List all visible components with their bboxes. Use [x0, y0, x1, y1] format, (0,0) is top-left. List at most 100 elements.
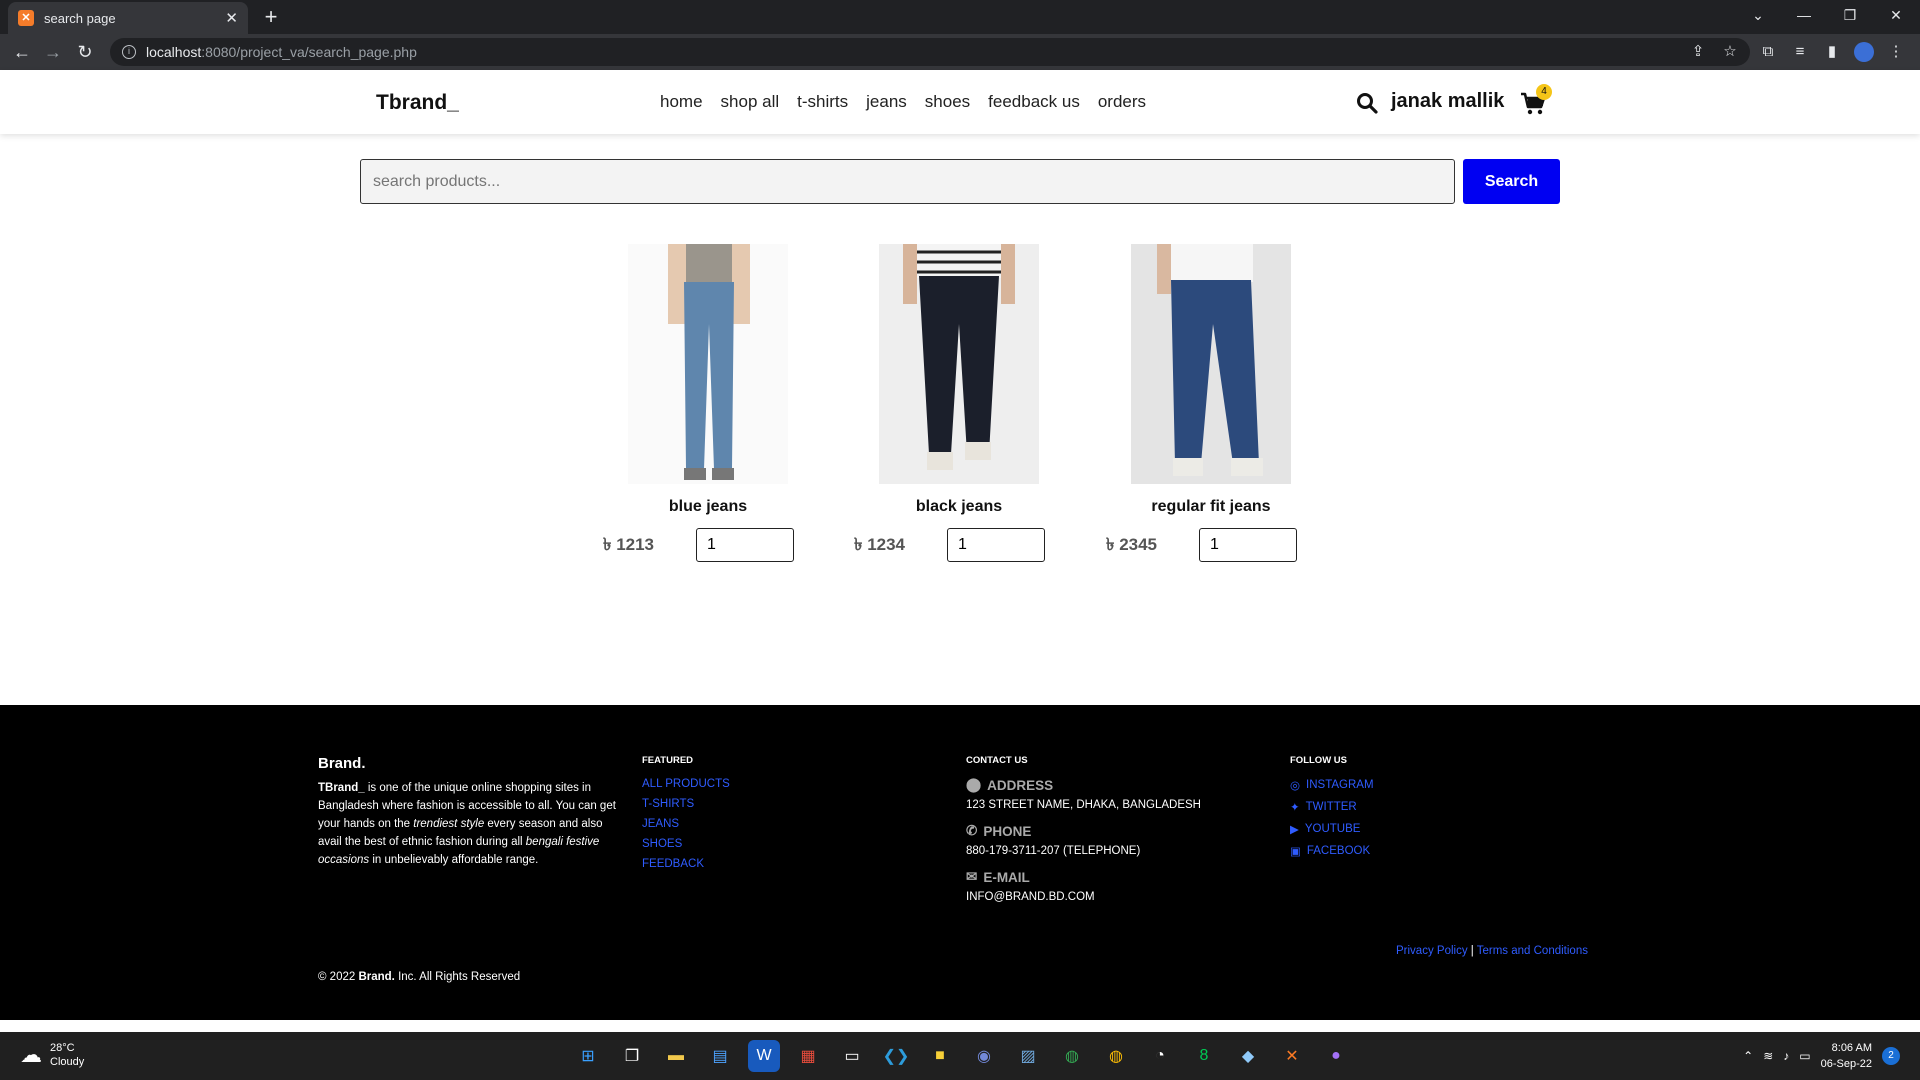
facebook-link[interactable]: ▣ FACEBOOK: [1290, 844, 1374, 858]
system-tray: ⌃ ≋ ♪ ▭ 8:06 AM 06-Sep-22 2: [1743, 1040, 1900, 1072]
search-button[interactable]: Search: [1463, 159, 1560, 204]
chevron-up-icon[interactable]: ⌃: [1743, 1049, 1753, 1063]
windows-start-icon[interactable]: ⊞: [572, 1040, 604, 1072]
clock-app-icon[interactable]: ◔: [1144, 1040, 1176, 1072]
user-name[interactable]: janak mallik: [1391, 90, 1504, 113]
battery-icon[interactable]: ▭: [1799, 1049, 1810, 1063]
youtube-link[interactable]: ▶ YOUTUBE: [1290, 822, 1374, 836]
footer-link-all-products[interactable]: ALL PRODUCTS: [642, 778, 730, 790]
copyright-pre: © 2022: [318, 971, 359, 983]
profile-avatar[interactable]: [1854, 42, 1874, 62]
nav-shoes[interactable]: shoes: [925, 92, 970, 112]
task-view-icon[interactable]: ❐: [616, 1040, 648, 1072]
remote-desktop-icon[interactable]: ▭: [836, 1040, 868, 1072]
github-desktop-icon[interactable]: ●: [1320, 1040, 1352, 1072]
notepad-icon[interactable]: ▤: [704, 1040, 736, 1072]
nav-jeans[interactable]: jeans: [866, 92, 907, 112]
twitter-link[interactable]: ✦ TWITTER: [1290, 800, 1374, 814]
email-label: E-MAIL: [983, 869, 1030, 885]
envelope-icon: ✉: [966, 869, 978, 884]
product-image[interactable]: [628, 244, 788, 484]
product-name[interactable]: regular fit jeans: [1096, 498, 1326, 516]
window-close-icon[interactable]: ✕: [1873, 0, 1919, 30]
browser-tabstrip: ✕ search page ✕ + ⌄ — ❐ ✕: [0, 0, 1920, 34]
reload-icon[interactable]: ↻: [73, 40, 97, 64]
share-icon[interactable]: ⇪: [1688, 42, 1708, 62]
store-icon[interactable]: ▦: [792, 1040, 824, 1072]
photos-icon[interactable]: ▨: [1012, 1040, 1044, 1072]
wifi-icon[interactable]: ≋: [1763, 1049, 1773, 1063]
quantity-input[interactable]: [947, 528, 1045, 562]
chrome-profile-icon[interactable]: ◍: [1100, 1040, 1132, 1072]
restore-icon[interactable]: ❐: [1827, 0, 1873, 30]
taskbar-apps: ⊞ ❐ ▬ ▤ W ▦ ▭ ❮❯ ■ ◉ ▨ ◍ ◍ ◔ 8 ◆ ✕ ●: [572, 1040, 1352, 1072]
phone-label: PHONE: [983, 823, 1032, 839]
calculator-icon[interactable]: 8: [1188, 1040, 1220, 1072]
nav-orders[interactable]: orders: [1098, 92, 1146, 112]
footer-link-feedback[interactable]: FEEDBACK: [642, 858, 730, 870]
xampp-icon[interactable]: ✕: [1276, 1040, 1308, 1072]
menu-kebab-icon[interactable]: ⋮: [1886, 42, 1906, 62]
address-bar[interactable]: i localhost:8080/project_va/search_page.…: [110, 38, 1750, 66]
product-image[interactable]: [1131, 244, 1291, 484]
product-card: black jeans ৳ 1234: [844, 244, 1074, 562]
featured-title: FEATURED: [642, 755, 694, 766]
nav-feedback[interactable]: feedback us: [988, 92, 1080, 112]
forward-icon[interactable]: →: [41, 40, 65, 64]
product-price: ৳ 1213: [603, 535, 655, 554]
reading-list-icon[interactable]: ≡: [1790, 42, 1810, 62]
word-icon[interactable]: W: [748, 1040, 780, 1072]
nav-t-shirts[interactable]: t-shirts: [797, 92, 848, 112]
nav-shop-all[interactable]: shop all: [721, 92, 780, 112]
volume-icon[interactable]: ♪: [1783, 1049, 1789, 1063]
footer-brand: Brand.: [318, 755, 366, 772]
back-icon[interactable]: ←: [10, 40, 34, 64]
chrome-icon[interactable]: ◍: [1056, 1040, 1088, 1072]
footer-description: TBrand_ is one of the unique online shop…: [318, 779, 628, 869]
footer-link-jeans[interactable]: JEANS: [642, 818, 730, 830]
phone-value: 880-179-3711-207 (TELEPHONE): [966, 845, 1141, 857]
sticky-notes-icon[interactable]: ■: [924, 1040, 956, 1072]
footer-link-t-shirts[interactable]: T-SHIRTS: [642, 798, 730, 810]
clock-date: 06-Sep-22: [1820, 1058, 1872, 1070]
minimize-icon[interactable]: —: [1781, 0, 1827, 30]
product-card: regular fit jeans ৳ 2345: [1096, 244, 1326, 562]
search-input[interactable]: [360, 159, 1455, 204]
taskbar-clock[interactable]: 8:06 AM 06-Sep-22: [1821, 1040, 1872, 1072]
twitter-icon: ✦: [1290, 802, 1300, 814]
privacy-policy-link[interactable]: Privacy Policy: [1396, 945, 1468, 957]
browser-tab[interactable]: ✕ search page ✕: [8, 2, 248, 34]
notification-badge[interactable]: 2: [1882, 1047, 1900, 1065]
product-name[interactable]: blue jeans: [593, 498, 823, 516]
vscode-icon[interactable]: ❮❯: [880, 1040, 912, 1072]
terms-link[interactable]: Terms and Conditions: [1477, 945, 1588, 957]
discord-icon[interactable]: ◉: [968, 1040, 1000, 1072]
site-info-icon[interactable]: i: [122, 45, 136, 59]
url-host: localhost: [146, 44, 202, 60]
weather-temp: 28°C: [50, 1042, 75, 1054]
nav-home[interactable]: home: [660, 92, 703, 112]
copyright: © 2022 Brand. Inc. All Rights Reserved: [318, 971, 520, 983]
file-explorer-icon[interactable]: ▬: [660, 1040, 692, 1072]
extensions-icon[interactable]: ⧉: [1758, 42, 1778, 62]
virtualbox-icon[interactable]: ◆: [1232, 1040, 1264, 1072]
url-path: :8080/project_va/search_page.php: [201, 44, 417, 60]
twitter-label: TWITTER: [1305, 801, 1357, 813]
side-panel-icon[interactable]: ▮: [1822, 42, 1842, 62]
quantity-input[interactable]: [696, 528, 794, 562]
site-logo[interactable]: Tbrand_: [376, 91, 459, 115]
new-tab-icon[interactable]: +: [258, 4, 284, 30]
footer-link-shoes[interactable]: SHOES: [642, 838, 730, 850]
bookmark-star-icon[interactable]: ☆: [1720, 42, 1740, 62]
instagram-link[interactable]: ◎ INSTAGRAM: [1290, 778, 1374, 792]
weather-widget[interactable]: ☁ 28°C Cloudy: [20, 1041, 84, 1069]
tab-search-icon[interactable]: ⌄: [1735, 0, 1781, 30]
facebook-label: FACEBOOK: [1306, 845, 1371, 857]
site-footer: Brand. TBrand_ is one of the unique onli…: [0, 705, 1920, 1020]
product-image[interactable]: [879, 244, 1039, 484]
location-pin-icon: ⬤: [966, 777, 982, 792]
product-name[interactable]: black jeans: [844, 498, 1074, 516]
search-icon[interactable]: [1356, 92, 1378, 114]
close-tab-icon[interactable]: ✕: [225, 9, 238, 27]
quantity-input[interactable]: [1199, 528, 1297, 562]
